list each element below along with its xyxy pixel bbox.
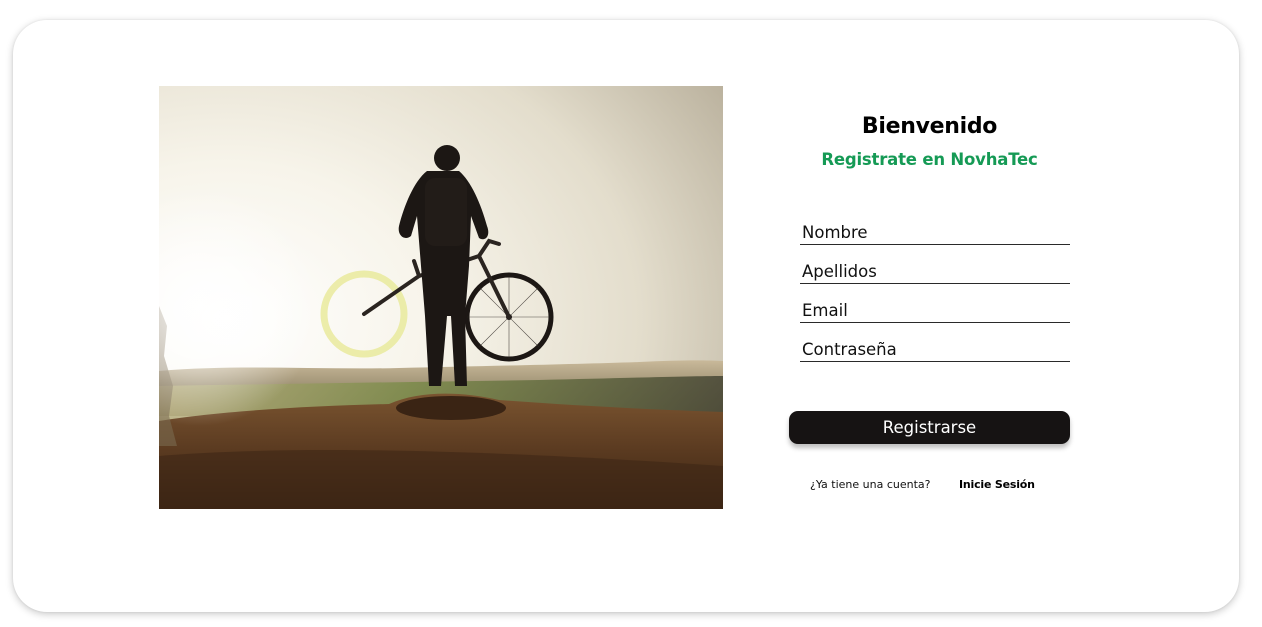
login-link[interactable]: Inicie Sesión (959, 478, 1035, 491)
page-title: Bienvenido (861, 114, 998, 139)
cyclist-photo (159, 86, 723, 509)
last-name-field[interactable] (800, 259, 1070, 284)
password-input[interactable] (800, 337, 1070, 361)
password-field[interactable] (800, 337, 1070, 362)
first-name-field[interactable] (800, 220, 1070, 245)
page-subtitle: Registrate en NovhaTec (821, 150, 1038, 169)
first-name-input[interactable] (800, 220, 1070, 244)
last-name-input[interactable] (800, 259, 1070, 283)
email-input[interactable] (800, 298, 1070, 322)
have-account-text: ¿Ya tiene una cuenta? (810, 478, 931, 491)
register-button[interactable]: Registrarse (789, 411, 1070, 444)
email-field[interactable] (800, 298, 1070, 323)
